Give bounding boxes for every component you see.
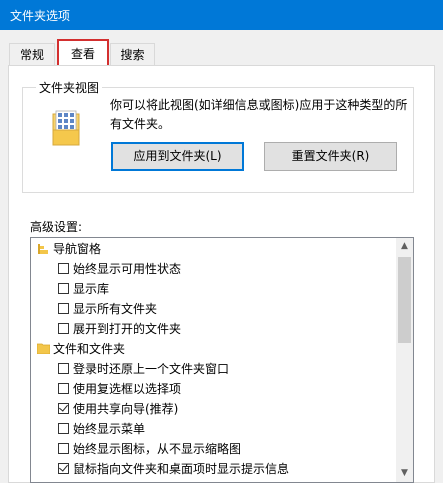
reset-folders-button[interactable]: 重置文件夹(R) [264,142,397,171]
apply-to-folders-button[interactable]: 应用到文件夹(L) [111,142,244,171]
folder-view-title: 文件夹视图 [36,79,103,96]
tab-general[interactable]: 常规 [9,43,55,65]
checkbox[interactable] [58,323,69,334]
tab-search[interactable]: 搜索 [110,43,155,65]
category-label: 导航窗格 [53,242,102,256]
checkbox[interactable] [58,383,69,394]
option-label: 登录时还原上一个文件夹窗口 [73,362,230,376]
category-label: 文件和文件夹 [53,342,126,356]
folder-icon [37,343,50,354]
checkbox[interactable] [58,363,69,374]
option-label: 始终显示图标，从不显示缩略图 [73,442,242,456]
checkbox[interactable] [58,283,69,294]
option-label: 使用复选框以选择项 [73,382,182,396]
folder-view-icon [52,110,80,146]
folder-view-description: 你可以将此视图(如详细信息或图标)应用于这种类型的所有文件夹。 [110,98,408,131]
checkbox[interactable] [58,263,69,274]
advanced-settings-label: 高级设置: [30,220,83,234]
navigation-pane-icon [38,244,48,254]
checkbox[interactable] [58,303,69,314]
option-label: 展开到打开的文件夹 [73,322,182,336]
checkbox[interactable] [58,423,69,434]
option-label: 鼠标指向文件夹和桌面项时显示提示信息 [73,462,290,476]
option-label: 始终显示可用性状态 [73,262,182,276]
checkbox-checked[interactable] [58,403,69,414]
tab-view[interactable]: 查看 [57,39,109,66]
window-title: 文件夹选项 [10,9,71,23]
scroll-down-arrow-icon[interactable]: ▼ [396,465,413,482]
scroll-up-arrow-icon[interactable]: ▲ [396,238,413,255]
title-bar: 文件夹选项 [0,0,443,30]
list-scrollbar[interactable]: ▲ ▼ [396,238,413,482]
option-label: 显示所有文件夹 [73,302,158,316]
advanced-settings-list[interactable]: 导航窗格 始终显示可用性状态 显示库 显示所有文件夹 展开到打开的文件夹 文件和… [30,237,414,483]
option-label: 显示库 [73,282,110,296]
option-label: 始终显示菜单 [73,422,146,436]
tab-strip: 常规 查看 搜索 [0,39,443,66]
scroll-thumb[interactable] [398,257,411,343]
checkbox[interactable] [58,443,69,454]
option-label: 使用共享向导(推荐) [73,402,179,416]
checkbox-checked[interactable] [58,463,69,474]
